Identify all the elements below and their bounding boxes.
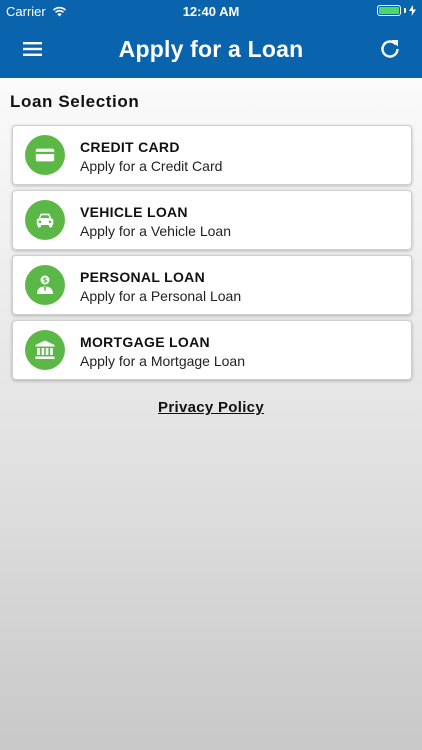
svg-text:$: $	[43, 277, 48, 285]
nav-bar: Apply for a Loan	[0, 22, 422, 78]
card-icon-circle	[25, 330, 65, 370]
loan-subtitle: Apply for a Personal Loan	[80, 288, 242, 304]
card-icon-circle	[25, 200, 65, 240]
loan-title: PERSONAL LOAN	[80, 269, 205, 285]
page-title: Apply for a Loan	[118, 36, 304, 62]
charging-bolt-icon	[409, 5, 416, 16]
person-dollar-icon: $	[37, 275, 53, 294]
car-icon	[36, 213, 54, 228]
loan-option-personal[interactable]: $ PERSONAL LOAN Apply for a Personal Loa…	[12, 255, 412, 315]
loan-option-credit-card[interactable]: CREDIT CARD Apply for a Credit Card	[12, 125, 412, 185]
loan-subtitle: Apply for a Vehicle Loan	[80, 223, 231, 239]
status-right	[377, 5, 416, 16]
status-time: 12:40 AM	[182, 4, 240, 19]
loan-subtitle: Apply for a Credit Card	[80, 158, 223, 174]
privacy-container: Privacy Policy	[0, 399, 422, 417]
refresh-icon	[381, 40, 399, 58]
loan-title: VEHICLE LOAN	[80, 204, 188, 220]
loan-title: MORTGAGE LOAN	[80, 334, 210, 350]
loan-subtitle: Apply for a Mortgage Loan	[80, 353, 245, 369]
bank-icon	[35, 340, 55, 359]
section-title: Loan Selection	[10, 92, 140, 111]
loan-title: CREDIT CARD	[80, 139, 180, 155]
privacy-policy-link[interactable]: Privacy Policy	[158, 399, 264, 416]
app-header: Carrier 12:40 AM Apply for a Loan	[0, 0, 422, 78]
status-bar: Carrier 12:40 AM	[0, 0, 422, 22]
loan-option-mortgage[interactable]: MORTGAGE LOAN Apply for a Mortgage Loan	[12, 320, 412, 380]
refresh-button[interactable]	[378, 37, 402, 61]
loan-option-vehicle[interactable]: VEHICLE LOAN Apply for a Vehicle Loan	[12, 190, 412, 250]
credit-card-icon	[35, 148, 55, 162]
card-icon-circle: $	[25, 265, 65, 305]
card-icon-circle	[25, 135, 65, 175]
battery-icon	[377, 5, 401, 16]
battery-nub	[404, 8, 406, 13]
